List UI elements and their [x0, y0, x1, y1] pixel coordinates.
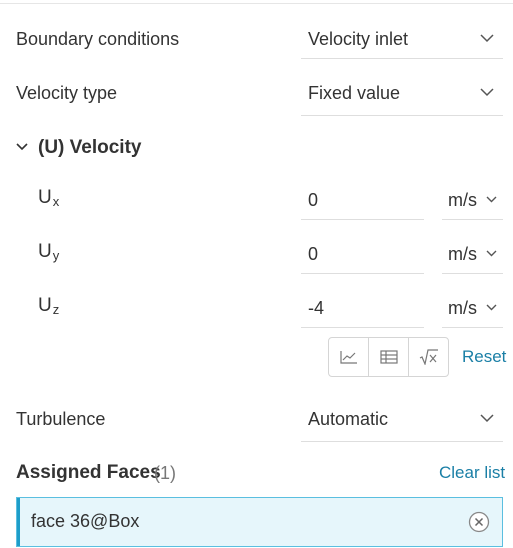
uy-unit-value: m/s [448, 244, 477, 264]
chevron-down-icon [480, 88, 494, 97]
remove-icon[interactable] [468, 511, 490, 533]
chevron-down-icon [486, 304, 497, 311]
ux-unit-select[interactable]: m/s [442, 180, 503, 220]
assigned-faces-title: Assigned Faces [16, 462, 161, 483]
chevron-down-icon [16, 143, 28, 151]
assigned-face-item[interactable]: face 36@Box [16, 497, 503, 547]
velocity-type-select[interactable]: Fixed value [301, 73, 503, 116]
chevron-down-icon [480, 414, 494, 423]
turbulence-value: Automatic [308, 409, 389, 429]
table-button[interactable] [369, 338, 409, 376]
chevron-down-icon [486, 196, 497, 203]
ux-unit-value: m/s [448, 190, 477, 210]
uy-label: Uy [38, 241, 60, 263]
ux-label: Ux [38, 187, 60, 209]
uz-label: Uz [38, 295, 60, 317]
velocity-section-title: (U) Velocity [38, 137, 142, 158]
boundary-conditions-value: Velocity inlet [308, 29, 409, 49]
uz-unit-select[interactable]: m/s [442, 288, 503, 328]
uz-unit-value: m/s [448, 298, 477, 318]
boundary-conditions-label: Boundary conditions [16, 29, 180, 49]
velocity-section-toggle[interactable]: (U) Velocity [16, 137, 141, 159]
formula-button[interactable] [409, 338, 448, 376]
uy-input[interactable]: 0 [301, 234, 424, 274]
uy-unit-select[interactable]: m/s [442, 234, 503, 274]
ux-input[interactable]: 0 [301, 180, 424, 220]
assigned-face-label: face 36@Box [31, 511, 140, 531]
top-divider [0, 3, 513, 4]
chevron-down-icon [480, 34, 494, 43]
velocity-type-label: Velocity type [16, 83, 118, 103]
formula-icon [419, 349, 438, 365]
boundary-conditions-select[interactable]: Velocity inlet [301, 19, 503, 59]
chevron-down-icon [486, 250, 497, 257]
table-icon [379, 350, 398, 364]
value-mode-toolbar [328, 337, 449, 377]
selection-indicator [17, 498, 20, 546]
assigned-faces-count: (1) [154, 463, 176, 483]
clear-list-link[interactable]: Clear list [439, 463, 505, 483]
velocity-type-value: Fixed value [308, 83, 401, 103]
uz-input[interactable]: -4 [301, 288, 424, 328]
turbulence-label: Turbulence [16, 409, 106, 429]
chart-icon [339, 351, 357, 364]
turbulence-select[interactable]: Automatic [301, 399, 503, 442]
chart-button[interactable] [329, 338, 369, 376]
reset-link[interactable]: Reset [462, 347, 506, 367]
